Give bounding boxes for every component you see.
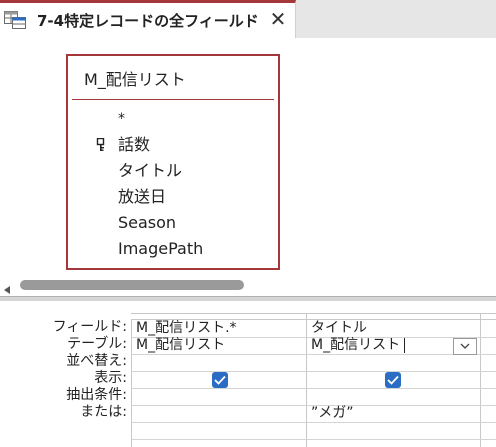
table-field-list[interactable]: M_配信リスト * 話数 タイトル 放送日 Season ImagePath <box>66 54 280 270</box>
field-list-item[interactable]: 話数 <box>68 132 278 158</box>
column-selector-divider <box>306 313 307 320</box>
grid-row-labels: フィールド: テーブル: 並べ替え: 表示: 抽出条件: または: <box>0 319 128 421</box>
show-checkbox[interactable] <box>212 372 228 388</box>
show-checkbox[interactable] <box>385 372 401 388</box>
horizontal-scrollbar[interactable] <box>0 276 496 294</box>
text-cursor <box>404 338 405 353</box>
field-list-item[interactable]: タイトル <box>68 158 278 184</box>
table-dropdown-button[interactable] <box>453 338 477 355</box>
field-name: 放送日 <box>118 187 167 206</box>
document-tab[interactable]: 7-4特定レコードの全フィールド ✕ <box>0 0 296 38</box>
grid-cell-table[interactable]: M_配信リスト <box>136 337 225 354</box>
grid-cell-sort[interactable] <box>311 354 479 371</box>
scrollbar-thumb[interactable] <box>20 280 244 290</box>
grid-line <box>480 320 481 447</box>
grid-cell-field[interactable]: M_配信リスト.* <box>136 320 237 337</box>
query-design-grid: フィールド: テーブル: 並べ替え: 表示: 抽出条件: または: M_配信リス… <box>0 301 496 447</box>
query-design-area: M_配信リスト * 話数 タイトル 放送日 Season ImagePath <box>0 38 496 274</box>
field-list-item[interactable]: 放送日 <box>68 184 278 210</box>
checkmark-icon <box>387 375 399 385</box>
checkmark-icon <box>214 375 226 385</box>
field-list-item[interactable]: ImagePath <box>68 236 278 262</box>
grid-cell-or[interactable] <box>136 422 304 439</box>
field-list-items: * 話数 タイトル 放送日 Season ImagePath <box>68 106 278 262</box>
grid-line <box>131 388 496 389</box>
chevron-down-icon <box>460 343 470 349</box>
column-selector-bar[interactable] <box>131 313 496 320</box>
field-list-title[interactable]: M_配信リスト <box>84 66 186 90</box>
scroll-left-icon[interactable] <box>2 280 12 294</box>
document-tab-strip: 7-4特定レコードの全フィールド ✕ <box>0 0 496 38</box>
grid-cell-sort[interactable] <box>136 354 304 371</box>
row-label-or: または: <box>80 404 127 420</box>
grid-cell-criteria[interactable] <box>136 405 304 422</box>
grid-line <box>131 371 496 372</box>
query-icon <box>4 11 26 29</box>
field-name: Season <box>118 213 177 232</box>
row-label-criteria: 抽出条件: <box>66 387 127 403</box>
field-name: * <box>118 111 125 127</box>
grid-cell-or[interactable] <box>311 422 479 439</box>
field-list-item[interactable]: * <box>68 106 278 132</box>
field-name: ImagePath <box>118 239 204 258</box>
field-name: タイトル <box>118 161 183 180</box>
grid-cell-field[interactable]: タイトル <box>311 320 367 337</box>
grid-line <box>306 320 307 447</box>
tab-title: 7-4特定レコードの全フィールド <box>37 12 259 30</box>
field-name: 話数 <box>118 135 151 154</box>
column-selector-divider <box>480 313 481 320</box>
field-list-item[interactable]: Season <box>68 210 278 236</box>
grid-line <box>131 439 496 440</box>
row-label-field: フィールド: <box>52 319 127 335</box>
row-label-sort: 並べ替え: <box>66 353 127 369</box>
grid-cell-criteria[interactable]: ”メガ” <box>311 405 354 422</box>
grid-cell-table[interactable]: M_配信リスト <box>311 337 400 354</box>
field-list-divider <box>72 99 274 100</box>
grid-line <box>131 320 132 447</box>
row-label-show: 表示: <box>94 370 127 386</box>
close-icon[interactable]: ✕ <box>266 7 290 31</box>
row-label-table: テーブル: <box>67 336 127 352</box>
primary-key-icon <box>96 134 106 151</box>
